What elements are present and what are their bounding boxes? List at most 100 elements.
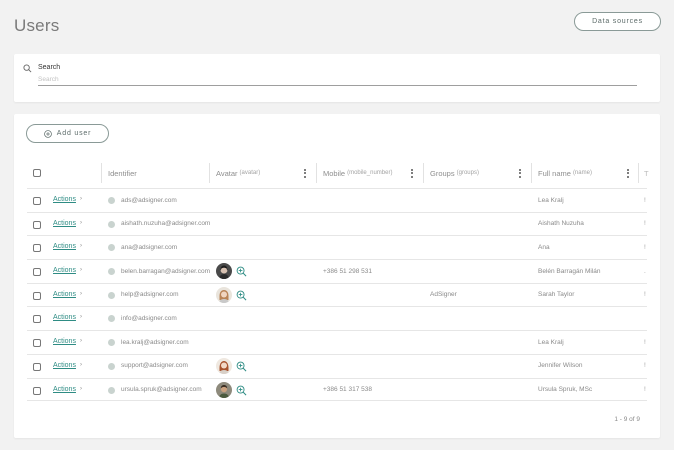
actions-link[interactable]: Actions bbox=[53, 314, 76, 321]
row-checkbox[interactable] bbox=[33, 315, 41, 324]
zoom-in-icon[interactable] bbox=[236, 385, 247, 396]
status-dot-icon bbox=[108, 244, 115, 252]
identifier-cell: help@adsigner.com bbox=[121, 291, 179, 299]
table-row: Actions › belen.barragan@adsigner.com +386 … bbox=[27, 259, 647, 283]
data-sources-button[interactable]: Data sources bbox=[574, 12, 661, 31]
status-dot-icon bbox=[108, 197, 115, 204]
avatar-short-hair bbox=[216, 381, 232, 398]
row-checkbox[interactable] bbox=[33, 268, 41, 277]
status-dot-icon bbox=[108, 315, 115, 323]
chevron-right-icon: › bbox=[80, 385, 82, 392]
status-dot-icon bbox=[108, 291, 115, 299]
search-icon bbox=[23, 64, 32, 73]
actions-link[interactable]: Actions bbox=[53, 243, 76, 250]
search-input[interactable] bbox=[38, 74, 637, 86]
select-all-checkbox[interactable] bbox=[33, 169, 41, 177]
mobile-cell: +386 51 298 531 bbox=[323, 267, 372, 275]
column-header-groups[interactable]: Groups (groups) bbox=[430, 158, 479, 188]
row-checkbox[interactable] bbox=[33, 220, 41, 229]
identifier-cell: aishath.nuzuha@adsigner.com bbox=[121, 220, 211, 228]
chevron-right-icon: › bbox=[80, 243, 82, 250]
zoom-in-icon[interactable] bbox=[236, 290, 247, 301]
fullname-cell: Ursula Spruk, MSc bbox=[538, 386, 593, 393]
actions-link[interactable]: Actions bbox=[53, 338, 76, 345]
table-row: Actions › support@adsigner.com Jennifer Wil… bbox=[27, 353, 647, 378]
add-user-label: Add user bbox=[56, 130, 92, 137]
status-dot-icon bbox=[108, 339, 115, 347]
row-checkbox[interactable] bbox=[33, 197, 41, 205]
select-all-cell bbox=[33, 158, 41, 188]
row-checkbox[interactable] bbox=[33, 386, 41, 395]
actions-link[interactable]: Actions bbox=[53, 196, 76, 203]
fullname-cell: Jennifer Wilson bbox=[538, 362, 583, 370]
next-column-cell: ! bbox=[644, 196, 646, 204]
table-row: Actions › help@adsigner.com AdSigner Sarah T… bbox=[27, 282, 647, 307]
identifier-cell: support@adsigner.com bbox=[121, 362, 188, 370]
avatar-column-menu-icon[interactable] bbox=[303, 166, 307, 180]
actions-link[interactable]: Actions bbox=[53, 362, 76, 369]
zoom-in-icon[interactable] bbox=[236, 266, 247, 277]
avatar-red-hair bbox=[216, 357, 232, 374]
add-user-button[interactable]: Add user bbox=[26, 124, 109, 143]
users-table: Identifier Avatar (avatar) Mobile (mobile_… bbox=[27, 158, 649, 402]
next-column-cell: ! bbox=[644, 243, 646, 251]
actions-link[interactable]: Actions bbox=[53, 267, 76, 274]
next-column-cell: ! bbox=[644, 338, 646, 346]
row-checkbox[interactable] bbox=[33, 339, 41, 348]
table-row: Actions › info@adsigner.com bbox=[27, 306, 647, 330]
next-column-cell: ! bbox=[644, 362, 646, 370]
fullname-cell: Ana bbox=[538, 243, 550, 251]
avatar-dark-hair bbox=[216, 263, 232, 280]
table-row: Actions › ads@adsigner.com Lea Kralj! bbox=[27, 188, 647, 212]
chevron-right-icon: › bbox=[80, 361, 82, 368]
search-label: Search bbox=[38, 64, 61, 71]
fullname-cell: Lea Kralj bbox=[538, 338, 564, 346]
column-header-identifier[interactable]: Identifier bbox=[108, 158, 137, 188]
fullname-column-menu-icon[interactable] bbox=[626, 166, 630, 180]
chevron-right-icon: › bbox=[80, 267, 82, 274]
identifier-cell: belen.barragan@adsigner.com bbox=[121, 267, 210, 275]
status-dot-icon bbox=[108, 268, 115, 276]
chevron-right-icon: › bbox=[80, 314, 82, 321]
groups-column-menu-icon[interactable] bbox=[518, 166, 522, 180]
pagination-text: 1 - 9 of 9 bbox=[614, 416, 640, 423]
groups-cell: AdSigner bbox=[430, 291, 457, 299]
fullname-cell: Lea Kralj bbox=[538, 196, 564, 204]
table-header: Identifier Avatar (avatar) Mobile (mobile_… bbox=[27, 158, 649, 188]
column-header-fullname[interactable]: Full name (name) bbox=[538, 158, 592, 188]
search-card: Search bbox=[14, 54, 660, 102]
users-table-card: Add user Identifier Avatar (avatar) Mobil… bbox=[14, 114, 660, 438]
actions-link[interactable]: Actions bbox=[53, 291, 76, 298]
identifier-cell: ana@adsigner.com bbox=[121, 243, 178, 251]
row-checkbox[interactable] bbox=[33, 362, 41, 371]
identifier-cell: ursula.spruk@adsigner.com bbox=[121, 386, 202, 393]
table-row: Actions › aishath.nuzuha@adsigner.com Aisha… bbox=[27, 211, 647, 236]
zoom-in-icon[interactable] bbox=[236, 361, 247, 372]
next-column-cell: . bbox=[644, 267, 646, 275]
table-row: Actions › lea.kralj@adsigner.com Lea Kralj! bbox=[27, 330, 647, 354]
status-dot-icon bbox=[108, 362, 115, 370]
table-body: Actions › ads@adsigner.com Lea Kralj! Action… bbox=[27, 188, 647, 402]
column-header-avatar[interactable]: Avatar (avatar) bbox=[216, 158, 260, 188]
row-checkbox[interactable] bbox=[33, 244, 41, 253]
chevron-right-icon: › bbox=[80, 219, 82, 226]
fullname-cell: Aishath Nuzuha bbox=[538, 220, 584, 228]
column-header-mobile[interactable]: Mobile (mobile_number) bbox=[323, 158, 392, 188]
plus-circle-icon bbox=[43, 129, 52, 138]
next-column-cell: ! bbox=[644, 386, 646, 393]
actions-link[interactable]: Actions bbox=[53, 386, 76, 393]
row-checkbox[interactable] bbox=[33, 291, 41, 300]
identifier-cell: lea.kralj@adsigner.com bbox=[121, 338, 189, 346]
chevron-right-icon: › bbox=[80, 290, 82, 297]
chevron-right-icon: › bbox=[80, 338, 82, 345]
next-column-cell: ! bbox=[644, 291, 646, 299]
avatar-light-hair bbox=[216, 286, 232, 303]
table-row: Actions › ana@adsigner.com Ana! bbox=[27, 235, 647, 259]
fullname-cell: Belén Barragán Milán bbox=[538, 267, 601, 275]
chevron-right-icon: › bbox=[80, 196, 82, 202]
mobile-cell: +386 51 317 538 bbox=[323, 386, 372, 393]
mobile-column-menu-icon[interactable] bbox=[410, 166, 414, 180]
actions-link[interactable]: Actions bbox=[53, 220, 76, 227]
column-header-next[interactable]: T bbox=[644, 158, 649, 188]
status-dot-icon bbox=[108, 386, 115, 394]
